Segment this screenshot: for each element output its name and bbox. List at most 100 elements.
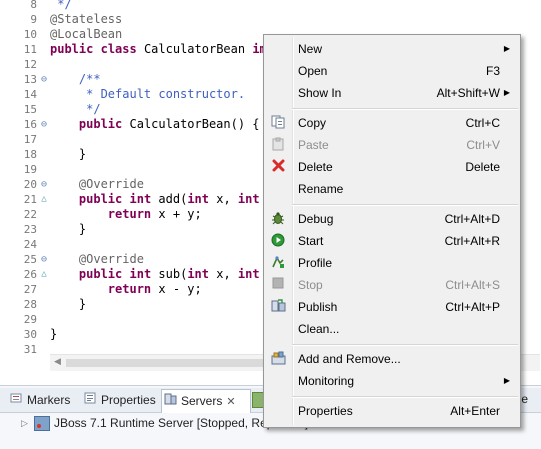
code-text: */ (50, 102, 101, 117)
code-token: CalculatorBean (136, 42, 253, 56)
code-text: */ (50, 0, 71, 12)
line-number: 22 (23, 208, 37, 221)
menu-item-label: Start (298, 234, 324, 248)
code-token: } (50, 297, 87, 311)
code-token: */ (50, 102, 101, 116)
scrollbar-thumb[interactable] (66, 359, 266, 367)
line-number: 11 (23, 43, 37, 56)
override-marker-icon: △ (41, 269, 47, 279)
menu-item-label: Copy (298, 116, 327, 130)
code-text: @Stateless (50, 12, 122, 27)
fold-toggle-icon[interactable]: ⊖ (39, 72, 49, 87)
menu-item-label: Monitoring (298, 374, 355, 388)
fold-toggle-icon[interactable]: ⊖ (39, 252, 49, 267)
line-number: 9 (30, 13, 37, 26)
server-icon (34, 416, 50, 431)
line-number: 30 (23, 328, 37, 341)
code-token: } (50, 327, 58, 341)
code-text: @Override (50, 177, 144, 192)
menu-item-label: Paste (298, 138, 329, 152)
line-number: 15 (23, 103, 37, 116)
menu-item-shortcut: Delete (465, 160, 500, 174)
code-text: public CalculatorBean() { (50, 117, 260, 132)
tab-label: Properties (101, 393, 156, 407)
code-token: @Override (50, 177, 144, 191)
tab-properties[interactable]: Properties (82, 389, 156, 411)
code-token: x, (209, 267, 238, 281)
menu-item-delete[interactable]: Delete Delete (264, 156, 520, 178)
menu-item-paste[interactable]: Paste Ctrl+V (264, 134, 520, 156)
debug-icon (270, 211, 286, 227)
menu-item-publish[interactable]: Publish Ctrl+Alt+P (264, 296, 520, 318)
code-text: return x - y; (50, 282, 202, 297)
tab-label: Markers (27, 393, 71, 407)
code-token: int (129, 192, 152, 206)
menu-item-show-in[interactable]: Show In Alt+Shift+W ▶ (264, 82, 520, 104)
code-token: int (129, 267, 152, 281)
code-token: return (107, 282, 152, 296)
code-token: @LocalBean (50, 27, 123, 41)
line-number: 24 (23, 238, 37, 251)
menu-item-label: Debug (298, 212, 334, 226)
code-line[interactable]: 9 @Stateless (0, 12, 541, 27)
menu-item-shortcut: Alt+Enter (450, 404, 500, 418)
servers-icon (162, 390, 178, 412)
menu-item-shortcut: Alt+Shift+W (436, 86, 500, 100)
menu-item-copy[interactable]: Copy Ctrl+C (264, 112, 520, 134)
line-number: 29 (23, 313, 37, 326)
menu-item-debug[interactable]: Debug Ctrl+Alt+D (264, 208, 520, 230)
code-text: } (50, 327, 57, 342)
close-icon[interactable]: ✕ (226, 396, 235, 408)
line-number: 16 (23, 118, 37, 131)
menu-item-properties[interactable]: Properties Alt+Enter (264, 400, 520, 422)
menu-item-shortcut: Ctrl+Alt+D (444, 212, 500, 226)
menu-item-label: Clean... (298, 322, 340, 336)
override-marker-icon: △ (41, 194, 47, 204)
menu-item-clean[interactable]: Clean... (264, 318, 520, 340)
menu-item-new[interactable]: New ▶ (264, 38, 520, 60)
code-token: sub( (151, 267, 188, 281)
code-token: public (50, 42, 94, 56)
menu-item-start[interactable]: Start Ctrl+Alt+R (264, 230, 520, 252)
menu-item-profile[interactable]: Profile (264, 252, 520, 274)
code-text: } (50, 222, 86, 237)
line-number: 10 (23, 28, 37, 41)
fold-toggle-icon[interactable]: ⊖ (39, 177, 49, 192)
menu-separator (292, 396, 518, 398)
code-token: @Override (50, 252, 144, 266)
line-number: 27 (23, 283, 37, 296)
code-text: return x + y; (50, 207, 202, 222)
fold-toggle-icon[interactable]: ⊖ (39, 117, 49, 132)
code-line[interactable]: 8 */ (0, 0, 541, 12)
code-text: @LocalBean (50, 27, 122, 42)
line-number: 23 (23, 223, 37, 236)
code-text: public class CalculatorBean imp (50, 42, 274, 57)
menu-item-label: Stop (298, 278, 323, 292)
context-menu: New ▶ Open F3 Show In Alt+Shift+W ▶ Copy… (263, 34, 521, 428)
menu-item-rename[interactable]: Rename (264, 178, 520, 200)
code-token: CalculatorBean() { (122, 117, 260, 131)
tab-markers[interactable]: Markers (8, 389, 70, 411)
line-number: 14 (23, 88, 37, 101)
menu-item-monitoring[interactable]: Monitoring ▶ (264, 370, 520, 392)
menu-item-shortcut: Ctrl+C (465, 116, 500, 130)
code-token: /** (50, 72, 101, 86)
menu-item-stop[interactable]: Stop Ctrl+Alt+S (264, 274, 520, 296)
markers-icon (8, 389, 24, 411)
menu-item-label: Profile (298, 256, 333, 270)
menu-item-add-remove[interactable]: Add and Remove... (264, 348, 520, 370)
expand-icon[interactable]: ▷ (21, 413, 28, 433)
line-number: 20 (23, 178, 37, 191)
scroll-left-icon[interactable]: ◀ (54, 357, 61, 367)
menu-item-label: Show In (298, 86, 342, 100)
code-token: } (50, 147, 87, 161)
tab-servers[interactable]: Servers ✕ (161, 389, 251, 413)
line-number: 26 (23, 268, 37, 281)
menu-item-open[interactable]: Open F3 (264, 60, 520, 82)
delete-icon (270, 159, 286, 175)
start-icon (270, 233, 286, 249)
